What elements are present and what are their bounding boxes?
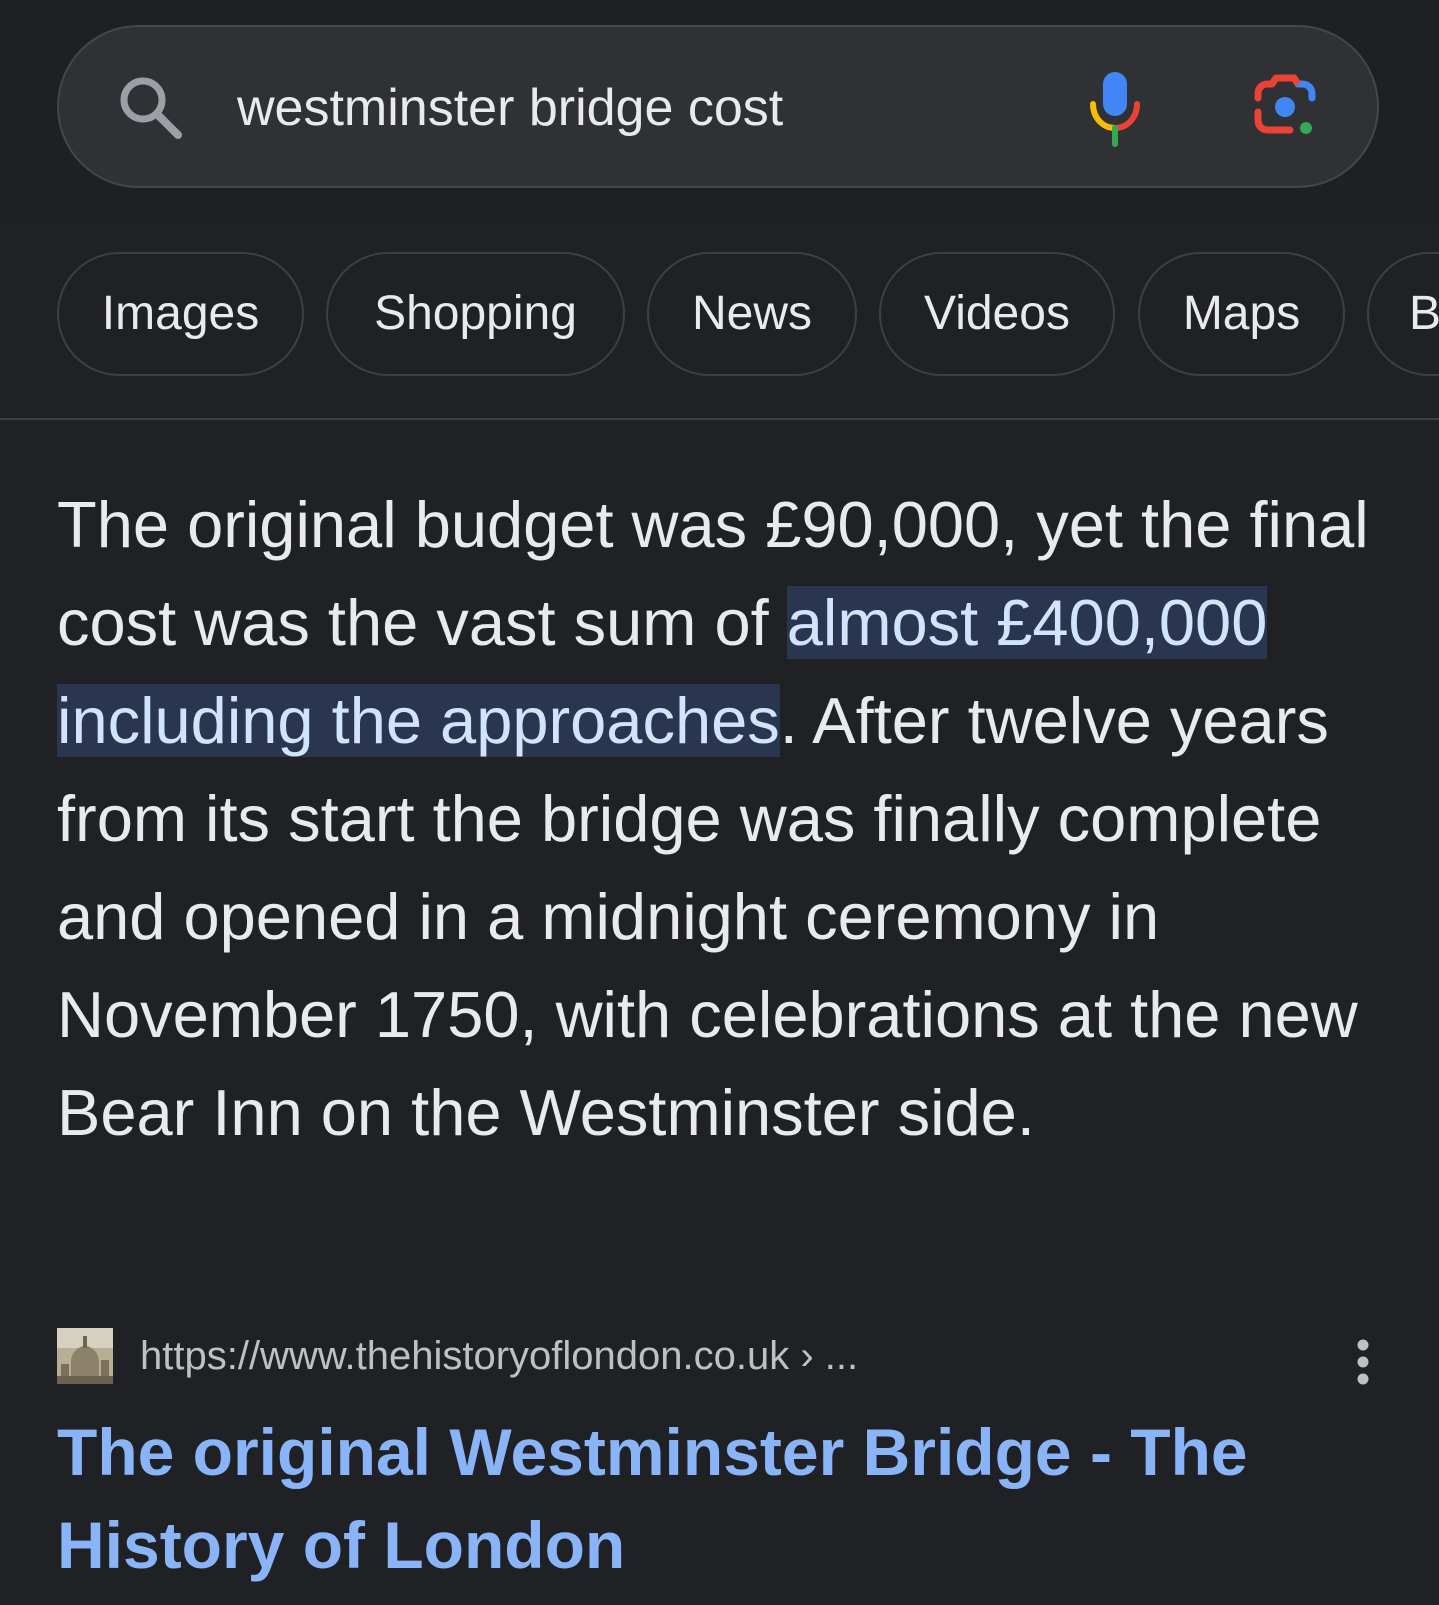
tab-videos[interactable]: Videos — [879, 252, 1115, 376]
result-source[interactable]: https://www.thehistoryoflondon.co.uk › .… — [57, 1328, 1397, 1384]
tab-books[interactable]: B — [1367, 252, 1439, 376]
tab-shopping[interactable]: Shopping — [326, 252, 625, 376]
site-favicon — [57, 1328, 113, 1384]
featured-snippet-text: The original budget was £90,000, yet the… — [57, 476, 1397, 1162]
tab-images[interactable]: Images — [57, 252, 304, 376]
result-title-link[interactable]: The original Westminster Bridge - The Hi… — [57, 1406, 1397, 1592]
lens-camera-icon[interactable] — [1250, 72, 1320, 142]
tab-news[interactable]: News — [647, 252, 857, 376]
divider — [0, 418, 1439, 420]
search-tabs: Images Shopping News Videos Maps B — [0, 222, 1439, 418]
search-icon[interactable] — [116, 73, 186, 143]
result-url[interactable]: https://www.thehistoryoflondon.co.uk › .… — [140, 1328, 858, 1384]
search-input[interactable]: westminster bridge cost — [237, 70, 783, 146]
more-vert-icon[interactable] — [1340, 1338, 1386, 1390]
tab-maps[interactable]: Maps — [1138, 252, 1345, 376]
microphone-icon[interactable] — [1087, 68, 1143, 148]
